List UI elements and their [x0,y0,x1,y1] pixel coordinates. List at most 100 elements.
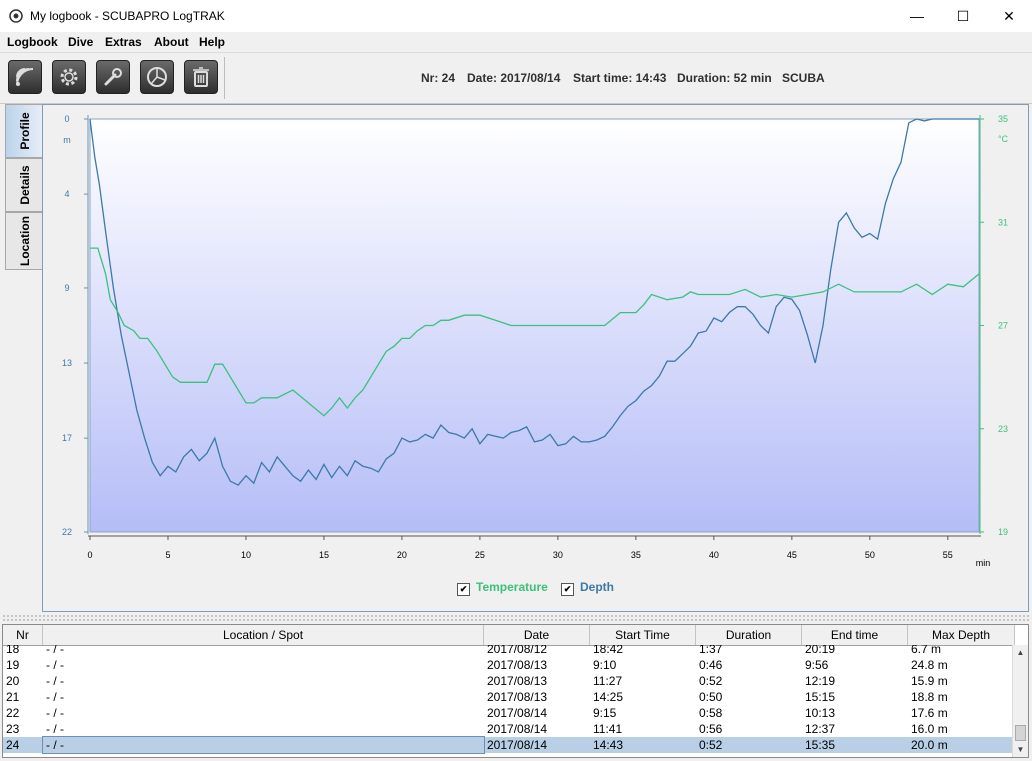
window-title: My logbook - SCUBAPRO LogTRAK [30,9,225,23]
close-button[interactable]: ✕ [986,0,1032,32]
cell-max-depth: 20.0 m [911,738,948,752]
table-row[interactable]: 24 - / -2017/08/14 14:43 0:52 15:35 20.0 m [3,736,1015,754]
download-button[interactable] [8,60,42,94]
cell-date: 2017/08/14 [487,738,548,752]
cell-duration: 0:56 [699,722,723,736]
cell-nr: 22 [6,706,20,720]
menu-about[interactable]: About [154,35,189,49]
cell-max-depth: 6.7 m [911,645,942,656]
cell-nr: 19 [6,658,20,672]
cell-start-time: 14:43 [593,738,624,752]
left-tick-label: 4 [64,189,69,199]
scroll-thumb[interactable] [1015,725,1026,741]
table-row[interactable]: 18 - / - 2017/08/12 18:42 1:37 20:19 6.7 m [3,645,1015,657]
column-header-start-time[interactable]: Start Time [590,625,696,645]
right-tick-label: 31 [998,217,1008,227]
tab-profile[interactable]: Profile [5,104,43,158]
cell-date: 2017/08/14 [487,722,548,736]
menu-dive[interactable]: Dive [68,35,93,49]
cell-duration: 0:50 [699,690,723,704]
menu-logbook[interactable]: Logbook [7,35,58,49]
gear-icon [60,68,78,86]
cell-date: 2017/08/13 [487,690,548,704]
delete-button[interactable] [184,60,218,94]
left-tick-label: 17 [62,433,72,443]
x-axis-unit: min [976,558,991,568]
table-header: Nr Location / Spot Date Start Time Duration E… [3,625,1015,646]
cell-end-time: 20:19 [805,645,836,656]
left-tick-label: 13 [62,358,72,368]
cell-max-depth: 15.9 m [911,674,948,688]
menu-help[interactable]: Help [199,35,225,49]
column-header-nr[interactable]: Nr [3,625,43,645]
cell-date: 2017/08/13 [487,658,548,672]
x-tick-label: 5 [165,550,170,560]
column-header-end-time[interactable]: End time [802,625,908,645]
depth-checkbox[interactable]: ✔ [561,583,574,596]
tab-details-label: Details [17,165,32,205]
cell-location: - / - [46,645,64,656]
table-row[interactable]: 20 - / - 2017/08/13 11:27 0:52 12:19 15.9 m [3,673,1015,689]
cell-end-time: 15:15 [805,690,836,704]
dive-duration: Duration: 52 min [677,71,772,85]
table-row[interactable]: 21 - / - 2017/08/13 14:25 0:50 15:15 18.8 m [3,689,1015,705]
pie-chart-icon [147,67,167,87]
right-tick-label: 23 [998,424,1008,434]
tools-button[interactable] [96,60,130,94]
column-header-location[interactable]: Location / Spot [43,625,484,645]
minimize-button[interactable]: — [894,0,940,32]
cell-location: - / - [46,690,64,704]
menu-extras[interactable]: Extras [105,35,142,49]
x-tick-label: 45 [787,550,797,560]
trash-icon [193,67,209,87]
table-scrollbar[interactable]: ▲ ▼ [1012,645,1028,757]
cell-end-time: 15:35 [805,738,836,752]
dive-start-time: Start time: 14:43 [573,71,667,85]
cell-nr: 18 [6,645,20,656]
cell-max-depth: 18.8 m [911,690,948,704]
cell-nr: 23 [6,722,20,736]
table-row[interactable]: 23 - / - 2017/08/14 11:41 0:56 12:37 16.0 m [3,721,1015,737]
x-tick-label: 40 [709,550,719,560]
settings-button[interactable] [52,60,86,94]
table-row[interactable]: 22 - / - 2017/08/14 9:15 0:58 10:13 17.6 m [3,705,1015,721]
cell-duration: 0:46 [699,658,723,672]
cell-location: - / - [46,658,64,672]
statistics-button[interactable] [140,60,174,94]
dive-profile-chart: 0 5 10 15 20 25 30 35 40 45 50 55 min 0 4 9 13 17 22 m 35 31 2… [62,114,1009,568]
left-tick-label: 0 [64,114,69,124]
scroll-up-arrow-icon[interactable]: ▲ [1013,645,1028,660]
cell-date: 2017/08/12 [487,645,548,656]
temperature-checkbox[interactable]: ✔ [457,583,470,596]
title-bar: My logbook - SCUBAPRO LogTRAK — ☐ ✕ [0,0,1032,32]
tab-location[interactable]: Location [5,212,43,270]
x-tick-label: 0 [87,550,92,560]
tab-details[interactable]: Details [5,158,43,212]
legend-temperature[interactable]: ✔ Temperature [457,580,548,596]
dive-profile-panel: 0 5 10 15 20 25 30 35 40 45 50 55 min 0 4 9 13 17 22 m 35 31 2… [42,104,1029,612]
cell-date: 2017/08/13 [487,674,548,688]
splitter[interactable] [2,614,1030,622]
cell-start-time: 11:41 [593,722,623,736]
cell-nr: 24 [6,738,20,752]
legend-depth[interactable]: ✔ Depth [561,580,614,596]
scroll-down-arrow-icon[interactable]: ▼ [1013,742,1028,757]
column-header-duration[interactable]: Duration [696,625,802,645]
x-tick-label: 55 [943,550,953,560]
cell-max-depth: 16.0 m [911,722,948,736]
x-tick-label: 35 [631,550,641,560]
table-row[interactable]: 19 - / - 2017/08/13 9:10 0:46 9:56 24.8 m [3,657,1015,673]
column-header-max-depth[interactable]: Max Depth [908,625,1015,645]
right-tick-label: 35 [998,114,1008,124]
cell-end-time: 12:37 [805,722,836,736]
cell-duration: 0:52 [699,674,723,688]
maximize-button[interactable]: ☐ [940,0,986,32]
right-tick-label: 27 [998,321,1008,331]
legend-depth-label: Depth [580,580,614,594]
cell-end-time: 9:56 [805,658,829,672]
cell-start-time: 9:10 [593,658,617,672]
x-tick-label: 50 [865,550,875,560]
x-tick-label: 30 [553,550,563,560]
column-header-date[interactable]: Date [484,625,590,645]
table-body: 18 - / - 2017/08/12 18:42 1:37 20:19 6.7 m 19 - … [3,645,1015,757]
